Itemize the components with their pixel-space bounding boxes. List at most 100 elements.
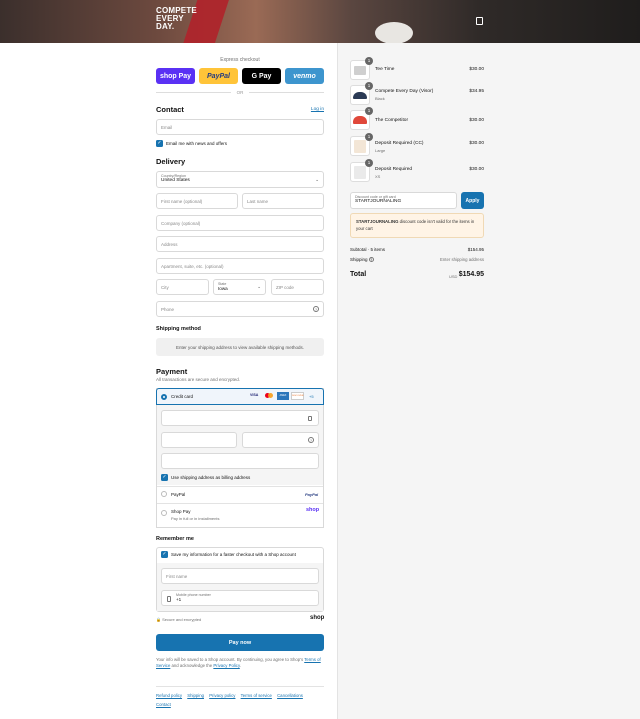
last-name-field[interactable]: Last name	[242, 193, 324, 209]
product-name: Tee Time	[375, 67, 395, 72]
discount-error-code: STARTJOURNALING	[356, 219, 399, 224]
product-thumbnail: 1	[350, 82, 373, 105]
shipping-value: Enter shipping address	[440, 257, 484, 262]
footer-links: Refund policy Shipping Privacy policy Te…	[156, 691, 324, 709]
save-info-label: Save my information for a faster checkou…	[171, 552, 296, 557]
shop-pay-option-label[interactable]: Shop Pay	[171, 509, 191, 514]
shop-pay-logo: shop	[306, 507, 320, 513]
product-variant: Black	[375, 96, 385, 101]
card-number-field[interactable]	[161, 410, 319, 426]
divider	[156, 686, 324, 687]
product-price: $30.00	[469, 167, 484, 172]
terms-of-service-link[interactable]: Terms of service	[241, 693, 272, 698]
login-link[interactable]: Log in	[311, 107, 324, 112]
total-value: $154.95	[458, 271, 484, 278]
store-logo[interactable]: COMPETE EVERY DAY.	[156, 7, 197, 31]
expiration-field[interactable]	[161, 432, 237, 448]
shipping-link[interactable]: Shipping	[187, 693, 204, 698]
zip-field[interactable]: ZIP code	[271, 279, 324, 295]
product-name: Deposit Required	[375, 167, 413, 172]
mobile-phone-field[interactable]: Mobile phone number +1	[161, 590, 319, 606]
quantity-badge: 1	[365, 57, 373, 65]
quantity-badge: 1	[365, 159, 373, 167]
shop-logo: shop	[310, 615, 325, 621]
payment-heading: Payment	[156, 367, 188, 376]
product-price: $34.95	[469, 89, 484, 94]
visa-icon: VISA	[250, 393, 259, 397]
product-variant: XS	[375, 174, 381, 179]
chevron-down-icon: ⌄	[257, 284, 261, 289]
privacy-link[interactable]: Privacy Policy	[213, 663, 239, 668]
pay-now-button[interactable]: Pay now	[156, 634, 324, 651]
quantity-badge: 1	[365, 82, 373, 90]
paypal-button[interactable]: PayPal	[199, 68, 238, 84]
email-field[interactable]: Email	[156, 119, 324, 135]
shopping-bag-icon[interactable]	[476, 17, 483, 25]
contact-heading: Contact	[156, 105, 184, 114]
remember-first-name-field[interactable]: First name	[161, 568, 319, 584]
product-name: Compete Every Day (Visor)	[375, 89, 434, 94]
subtotal-value: $154.95	[467, 247, 484, 252]
quantity-badge: 1	[365, 107, 373, 115]
divider	[249, 92, 324, 93]
privacy-policy-link[interactable]: Privacy policy	[209, 693, 235, 698]
product-thumbnail: 1	[350, 57, 373, 80]
product-thumbnail: 1	[350, 159, 373, 182]
credit-card-radio[interactable]	[161, 394, 167, 400]
mastercard-icon	[265, 393, 273, 399]
quantity-badge: 1	[365, 133, 373, 141]
phone-icon	[167, 596, 171, 602]
product-variant: Large	[375, 148, 386, 153]
shop-pay-button[interactable]: shop Pay	[156, 68, 195, 84]
billing-checkbox[interactable]: ✓	[161, 474, 168, 481]
chevron-down-icon: ⌄	[315, 177, 319, 182]
contact-link[interactable]: Contact	[156, 702, 171, 707]
product-name: The Competitor	[375, 118, 409, 123]
cancellations-link[interactable]: Cancellations	[277, 693, 303, 698]
google-pay-button[interactable]: G Pay	[242, 68, 281, 84]
shop-disclaimer: Your info will be saved to a Shop accoun…	[156, 657, 321, 668]
help-icon[interactable]: ?	[308, 437, 314, 443]
news-label: Email me with news and offers	[166, 141, 227, 146]
save-info-checkbox[interactable]: ✓	[161, 551, 168, 558]
product-name: Deposit Required (CC)	[375, 141, 424, 146]
news-checkbox[interactable]: ✓	[156, 140, 163, 147]
divider	[157, 503, 323, 504]
hero-banner: COMPETE EVERY DAY.	[0, 0, 640, 43]
discount-error-banner: STARTJOURNALING discount code isn't vali…	[350, 213, 484, 238]
product-price: $30.00	[469, 118, 484, 123]
security-code-field[interactable]: ?	[242, 432, 319, 448]
paypal-radio[interactable]	[161, 491, 167, 497]
first-name-field[interactable]: First name (optional)	[156, 193, 238, 209]
product-thumbnail: 1	[350, 133, 373, 156]
phone-field[interactable]: Phone ?	[156, 301, 324, 317]
shipping-label: Shipping ?	[350, 257, 374, 263]
subtotal-label: Subtotal · 5 items	[350, 247, 386, 252]
city-field[interactable]: City	[156, 279, 209, 295]
shipping-method-heading: Shipping method	[156, 326, 201, 332]
paypal-logo: PayPal	[305, 492, 319, 497]
refund-policy-link[interactable]: Refund policy	[156, 693, 182, 698]
credit-card-label: Credit card	[171, 394, 194, 399]
payment-subtitle: All transactions are secure and encrypte…	[156, 377, 241, 382]
discount-code-field[interactable]: Discount code or gift card STARTJOURNALI…	[350, 192, 457, 209]
name-on-card-field[interactable]	[161, 453, 319, 469]
address-field[interactable]: Address	[156, 236, 324, 252]
help-icon[interactable]: ?	[368, 257, 374, 263]
country-select[interactable]: Country/Region United States ⌄	[156, 171, 324, 188]
apartment-field[interactable]: Apartment, suite, etc. (optional)	[156, 258, 324, 274]
express-checkout-title: Express checkout	[220, 57, 260, 63]
more-cards-badge: +5	[309, 394, 314, 399]
state-select[interactable]: State Iowa ⌄	[213, 279, 266, 295]
discover-icon: DISCOVER	[291, 392, 304, 400]
currency-label: USD	[449, 274, 458, 279]
company-field[interactable]: Company (optional)	[156, 215, 324, 231]
apply-discount-button[interactable]: Apply	[461, 192, 484, 209]
shop-pay-radio[interactable]	[161, 510, 167, 516]
help-icon[interactable]: ?	[313, 306, 319, 312]
hero-decoration	[375, 22, 413, 43]
product-price: $30.00	[469, 67, 484, 72]
paypal-option-label[interactable]: PayPal	[171, 492, 185, 497]
venmo-button[interactable]: venmo	[285, 68, 324, 84]
secure-encrypted-label: 🔒 Secure and encrypted	[156, 617, 202, 622]
